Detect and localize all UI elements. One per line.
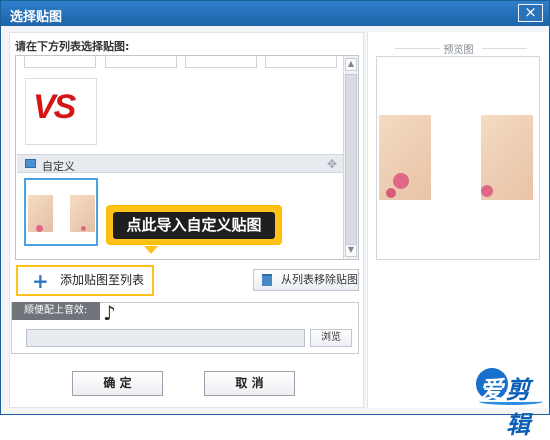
sound-effect-title: 顺便配上音效: — [12, 302, 100, 320]
add-sticker-button[interactable]: + 添加贴图至列表 — [16, 265, 154, 296]
close-button[interactable]: × — [518, 4, 543, 22]
preview-left-image — [379, 115, 431, 200]
vertical-scrollbar[interactable]: ▲ ▼ — [343, 56, 358, 259]
preview-divider-left — [395, 48, 440, 49]
instruction-label: 请在下方列表选择贴图: — [15, 40, 130, 53]
import-tooltip: 点此导入自定义贴图 — [106, 205, 282, 245]
cancel-button[interactable]: 取 消 — [204, 371, 295, 396]
move-icon: ✥ — [326, 157, 337, 171]
dialog-title: 选择贴图 — [10, 10, 63, 25]
tooltip-text: 点此导入自定义贴图 — [113, 212, 275, 239]
flower-icon — [386, 188, 396, 198]
logo-text-right: 剪辑 — [506, 378, 530, 439]
ok-button[interactable]: 确 定 — [72, 371, 163, 396]
add-button-label: 添加贴图至列表 — [60, 273, 145, 287]
preview-box — [376, 56, 540, 260]
category-custom[interactable]: 自定义 ✥ — [17, 154, 343, 173]
browse-button[interactable]: 浏览 — [310, 329, 352, 347]
close-icon: × — [524, 3, 537, 21]
sticker-vs[interactable]: VS — [25, 78, 97, 145]
vs-sticker-art: VS — [33, 88, 76, 126]
sound-effect-section: 顺便配上音效: ♪ 浏览 — [11, 301, 359, 354]
flower-icon — [81, 226, 86, 231]
scroll-thumb[interactable] — [345, 74, 357, 251]
remove-sticker-button[interactable]: 从列表移除贴图 — [253, 269, 359, 291]
brand-logo: 爱 剪辑 — [476, 362, 548, 439]
flower-icon — [393, 173, 409, 189]
preview-right-image — [481, 115, 533, 200]
sticker-thumbnail-top-2[interactable] — [105, 56, 177, 68]
category-label: 自定义 — [42, 160, 75, 173]
sound-path-input[interactable] — [26, 329, 305, 347]
sticker-thumbnail-top-1[interactable] — [24, 56, 96, 68]
scroll-down-button[interactable]: ▼ — [345, 244, 357, 257]
scroll-up-button[interactable]: ▲ — [345, 58, 357, 71]
tooltip-pointer — [144, 246, 158, 254]
trash-icon — [262, 274, 272, 286]
select-sticker-dialog: 选择贴图 × 请在下方列表选择贴图: VS 自定义 ✥ ▲ ▼ 点此导入自定义贴… — [0, 0, 550, 439]
custom-sticker-thumbnail[interactable] — [24, 178, 98, 246]
flower-icon — [36, 225, 43, 232]
plus-icon: + — [32, 269, 49, 293]
title-bar: 选择贴图 × — [1, 1, 549, 26]
image-icon — [25, 159, 36, 168]
preview-divider-right — [482, 48, 527, 49]
remove-button-label: 从列表移除贴图 — [281, 273, 358, 286]
sticker-thumbnail-top-3[interactable] — [185, 56, 257, 68]
logo-wave — [479, 398, 543, 405]
flower-icon — [481, 185, 493, 197]
music-note-icon: ♪ — [103, 301, 116, 325]
sticker-thumbnail-top-4[interactable] — [265, 56, 337, 68]
